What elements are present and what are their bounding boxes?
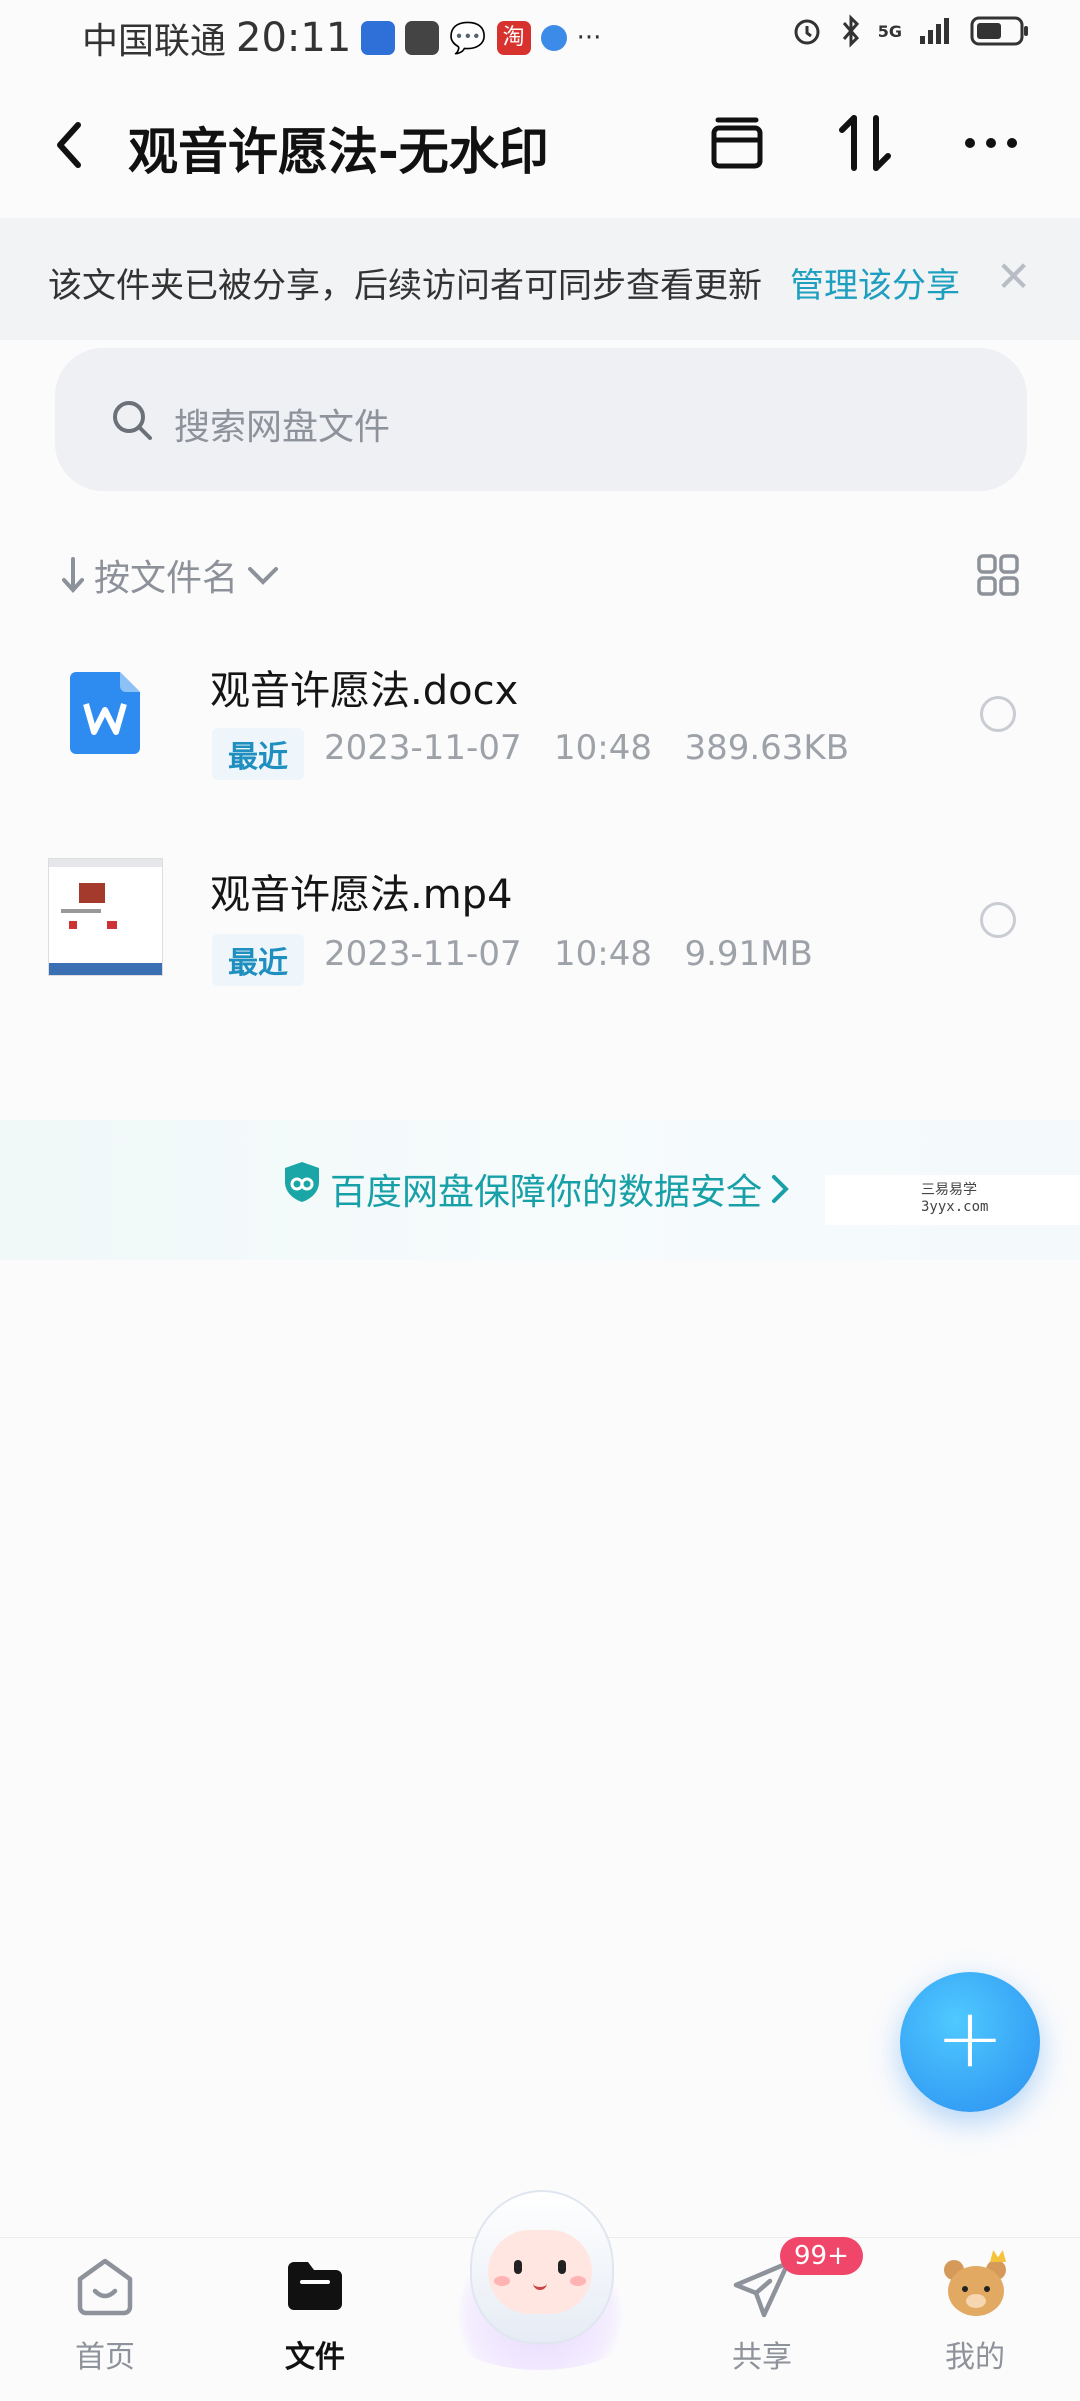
- shield-icon: [285, 1162, 319, 1202]
- file-time: 10:48: [554, 728, 653, 768]
- safety-link[interactable]: 百度网盘保障你的数据安全: [330, 1163, 790, 1215]
- page-title: 观音许愿法-无水印: [128, 123, 549, 181]
- sort-arrow-icon: [62, 557, 84, 593]
- wechat-icon: 💬: [449, 20, 487, 56]
- watermark-line2: 3yyx.com: [921, 1199, 989, 1215]
- bluetooth-icon: [842, 14, 859, 48]
- nav-home-label[interactable]: 首页: [45, 2332, 165, 2376]
- plus-icon: +: [935, 1991, 1005, 2086]
- recent-tag: 最近: [212, 934, 304, 986]
- signal-icon: [920, 18, 949, 44]
- file-date: 2023-11-07: [324, 934, 522, 974]
- nav-share-label[interactable]: 共享: [702, 2332, 822, 2376]
- taobao-icon: 淘: [496, 21, 531, 55]
- nav-files-label[interactable]: 文件: [255, 2332, 375, 2376]
- safety-text: 百度网盘保障你的数据安全: [330, 1172, 763, 1213]
- alarm-icon: [794, 19, 820, 45]
- file-name[interactable]: 观音许愿法.docx: [210, 658, 518, 716]
- share-banner-text: 该文件夹已被分享，后续访问者可同步查看更新: [48, 266, 762, 306]
- more-icon[interactable]: [960, 112, 1022, 174]
- recent-tag: 最近: [212, 728, 304, 780]
- file-name[interactable]: 观音许愿法.mp4: [210, 862, 513, 920]
- browser-icon: [540, 25, 567, 51]
- sort-selector[interactable]: 按文件名: [60, 549, 280, 601]
- select-radio[interactable]: [980, 902, 1016, 938]
- notification-badge: 99+: [780, 2237, 863, 2275]
- select-radio[interactable]: [980, 696, 1016, 732]
- chevron-right-icon: [772, 1175, 789, 1203]
- sort-label: 按文件名: [94, 558, 239, 599]
- file-meta: 2023-11-07 10:48 9.91MB: [324, 934, 813, 974]
- file-time: 10:48: [554, 934, 653, 974]
- file-meta: 2023-11-07 10:48 389.63KB: [324, 728, 849, 768]
- close-icon[interactable]: ✕: [996, 252, 1031, 301]
- chevron-down-icon: [248, 567, 279, 585]
- more-notifications: ···: [576, 23, 602, 53]
- status-right: 5G: [790, 14, 1030, 48]
- watermark-line1: 三易易学: [921, 1182, 977, 1198]
- select-box-icon[interactable]: [706, 112, 768, 174]
- bear-avatar-icon[interactable]: [940, 2250, 1012, 2322]
- file-date: 2023-11-07: [324, 728, 522, 768]
- back-icon[interactable]: [50, 115, 90, 175]
- add-button[interactable]: +: [900, 1972, 1040, 2112]
- search-input[interactable]: 搜索网盘文件: [174, 398, 390, 450]
- grid-view-icon[interactable]: [976, 553, 1020, 597]
- word-doc-icon: [70, 672, 140, 754]
- nav-me-label[interactable]: 我的: [915, 2332, 1035, 2376]
- folder-icon[interactable]: [284, 2258, 346, 2314]
- manage-share-link[interactable]: 管理该分享: [790, 258, 960, 307]
- clock: 20:11: [236, 15, 352, 61]
- list-item[interactable]: [0, 620, 1080, 810]
- watermark: 三易易学 3yyx.com: [825, 1175, 1080, 1225]
- home-icon[interactable]: [74, 2255, 136, 2317]
- mascot-icon[interactable]: [430, 2180, 650, 2380]
- sort-transfer-icon[interactable]: [834, 112, 896, 174]
- network-type: 5G: [877, 21, 902, 41]
- video-thumbnail: [48, 858, 163, 976]
- search-icon: [113, 401, 152, 440]
- file-size: 9.91MB: [684, 934, 813, 974]
- app-notification-icon: [361, 21, 396, 55]
- mail-notification-icon: [405, 21, 440, 55]
- file-size: 389.63KB: [684, 728, 850, 768]
- battery-icon: [970, 16, 1028, 46]
- carrier-label: 中国联通: [82, 21, 227, 62]
- status-left: 中国联通 20:11 💬 淘 ···: [82, 12, 601, 64]
- status-bar: 中国联通 20:11 💬 淘 ··· 5G: [0, 0, 1080, 75]
